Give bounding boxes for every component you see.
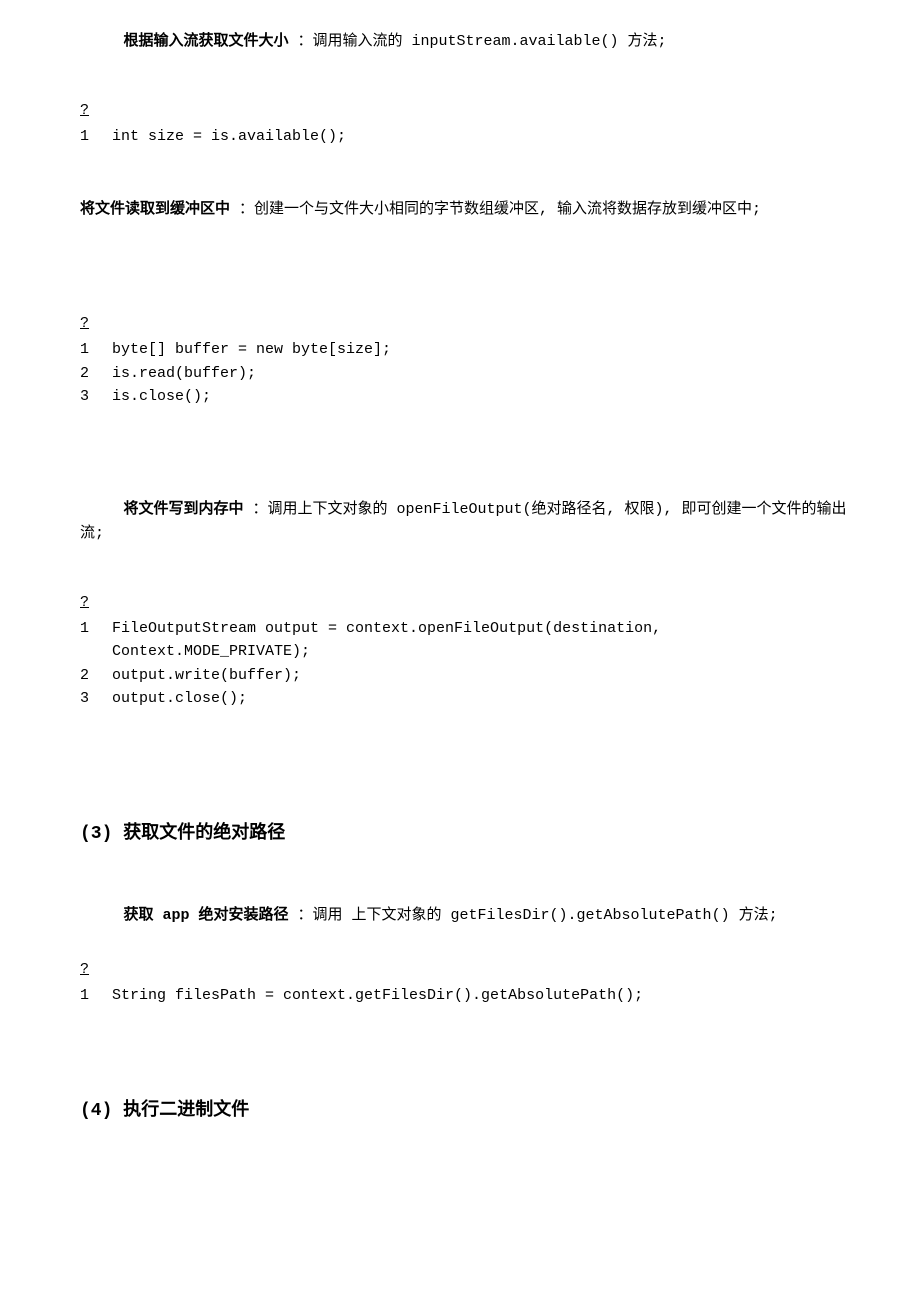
code-block-3: ? 1 FileOutputStream output = context.op… [80, 591, 850, 710]
question-mark-link[interactable]: ? [80, 591, 850, 615]
code-row: 1 int size = is.available(); [80, 125, 346, 148]
code-text: int size = is.available(); [112, 125, 346, 148]
code-table-2: 1 byte[] buffer = new byte[size]; 2 is.r… [80, 338, 391, 408]
code-row: 3 is.close(); [80, 385, 391, 408]
p4-rest: ：调用 上下文对象的 getFilesDir().getAbsolutePath… [289, 907, 778, 924]
paragraph-1: 根据输入流获取文件大小 ：调用输入流的 inputStream.availabl… [80, 30, 850, 54]
code-text: output.write(buffer); [112, 664, 850, 687]
code-table-4: 1 String filesPath = context.getFilesDir… [80, 984, 643, 1007]
code-row: 1 String filesPath = context.getFilesDir… [80, 984, 643, 1007]
p1-rest: ：调用输入流的 inputStream.available() 方法; [289, 33, 667, 50]
heading-3: (3) 获取文件的绝对路径 [80, 820, 850, 849]
code-row: 2 output.write(buffer); [80, 664, 850, 687]
code-text: is.close(); [112, 385, 391, 408]
heading-4: (4) 执行二进制文件 [80, 1097, 850, 1126]
code-row: 1 byte[] buffer = new byte[size]; [80, 338, 391, 361]
p2-bold: 将文件读取到缓冲区中 [80, 201, 230, 218]
p3-bold: 将文件写到内存中 [124, 501, 244, 518]
paragraph-4: 获取 app 绝对安装路径 ：调用 上下文对象的 getFilesDir().g… [80, 904, 850, 928]
question-mark-link[interactable]: ? [80, 99, 850, 123]
code-text: FileOutputStream output = context.openFi… [112, 617, 850, 664]
code-block-2: ? 1 byte[] buffer = new byte[size]; 2 is… [80, 312, 850, 408]
line-number: 1 [80, 617, 112, 664]
line-number: 1 [80, 338, 112, 361]
code-row: 2 is.read(buffer); [80, 362, 391, 385]
code-row: 1 FileOutputStream output = context.open… [80, 617, 850, 664]
code-text: String filesPath = context.getFilesDir()… [112, 984, 643, 1007]
code-text: is.read(buffer); [112, 362, 391, 385]
line-number: 2 [80, 362, 112, 385]
code-block-1: ? 1 int size = is.available(); [80, 99, 850, 148]
p1-bold: 根据输入流获取文件大小 [124, 33, 289, 50]
code-row: 3 output.close(); [80, 687, 850, 710]
line-number: 1 [80, 125, 112, 148]
code-table-1: 1 int size = is.available(); [80, 125, 346, 148]
question-mark-link[interactable]: ? [80, 958, 850, 982]
paragraph-3: 将文件写到内存中 ：调用上下文对象的 openFileOutput(绝对路径名,… [80, 498, 850, 546]
code-text: byte[] buffer = new byte[size]; [112, 338, 391, 361]
code-text: output.close(); [112, 687, 850, 710]
code-table-3: 1 FileOutputStream output = context.open… [80, 617, 850, 710]
line-number: 3 [80, 385, 112, 408]
line-number: 2 [80, 664, 112, 687]
line-number: 1 [80, 984, 112, 1007]
question-mark-link[interactable]: ? [80, 312, 850, 336]
p4-bold: 获取 app 绝对安装路径 [124, 907, 289, 924]
code-block-4: ? 1 String filesPath = context.getFilesD… [80, 958, 850, 1007]
p2-rest: ：创建一个与文件大小相同的字节数组缓冲区, 输入流将数据存放到缓冲区中; [230, 201, 761, 218]
line-number: 3 [80, 687, 112, 710]
paragraph-2: 将文件读取到缓冲区中 ：创建一个与文件大小相同的字节数组缓冲区, 输入流将数据存… [80, 198, 850, 222]
